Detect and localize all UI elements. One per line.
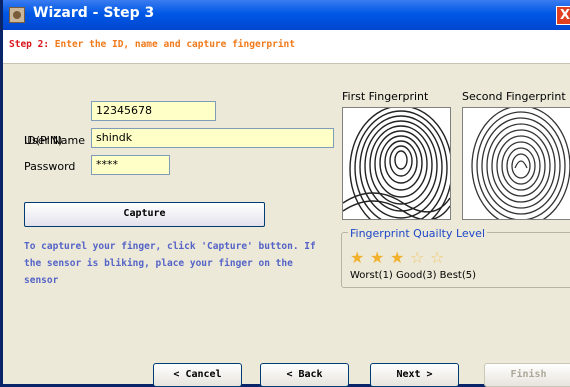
window-title: Wizard - Step 3 bbox=[33, 5, 155, 21]
step-description: Enter the ID, name and capture fingerpri… bbox=[54, 39, 295, 50]
quality-scale: Worst(1) Good(3) Best(5) bbox=[350, 270, 476, 281]
quality-title: Fingerprint Quailty Level bbox=[348, 227, 488, 240]
finish-button[interactable]: Finish bbox=[484, 363, 570, 387]
capture-instructions: To capturel your finger, click 'Capture'… bbox=[24, 241, 316, 286]
id-field[interactable]: 12345678 bbox=[91, 101, 216, 121]
capture-button[interactable]: Capture bbox=[24, 202, 265, 227]
star-filled-icon: ★ bbox=[390, 248, 405, 267]
back-button[interactable]: < Back bbox=[260, 363, 349, 387]
second-fingerprint-image bbox=[462, 107, 570, 220]
next-button[interactable]: Next > bbox=[370, 363, 459, 387]
first-fingerprint-image bbox=[342, 107, 451, 220]
password-label: Password bbox=[24, 160, 76, 173]
star-filled-icon: ★ bbox=[370, 248, 385, 267]
title-bar[interactable]: Wizard - Step 3 X bbox=[3, 0, 570, 30]
step-header: Step 2: Enter the ID, name and capture f… bbox=[3, 30, 570, 64]
username-field[interactable]: shindk bbox=[91, 128, 334, 148]
step-heading: Step 2: Enter the ID, name and capture f… bbox=[9, 39, 295, 50]
step-number: Step 2: bbox=[9, 39, 50, 50]
password-field[interactable]: **** bbox=[91, 155, 170, 175]
close-button[interactable]: X bbox=[556, 6, 570, 25]
second-fingerprint-label: Second Fingerprint bbox=[462, 90, 566, 103]
wizard-window: Wizard - Step 3 X Step 2: Enter the ID, … bbox=[0, 0, 570, 387]
star-empty-icon: ☆ bbox=[410, 248, 425, 267]
first-fingerprint-label: First Fingerprint bbox=[342, 90, 429, 103]
star-empty-icon: ☆ bbox=[430, 248, 445, 267]
app-icon bbox=[9, 7, 25, 23]
star-filled-icon: ★ bbox=[350, 248, 365, 267]
cancel-button[interactable]: < Cancel bbox=[153, 363, 242, 387]
username-label: User Name bbox=[24, 134, 86, 147]
